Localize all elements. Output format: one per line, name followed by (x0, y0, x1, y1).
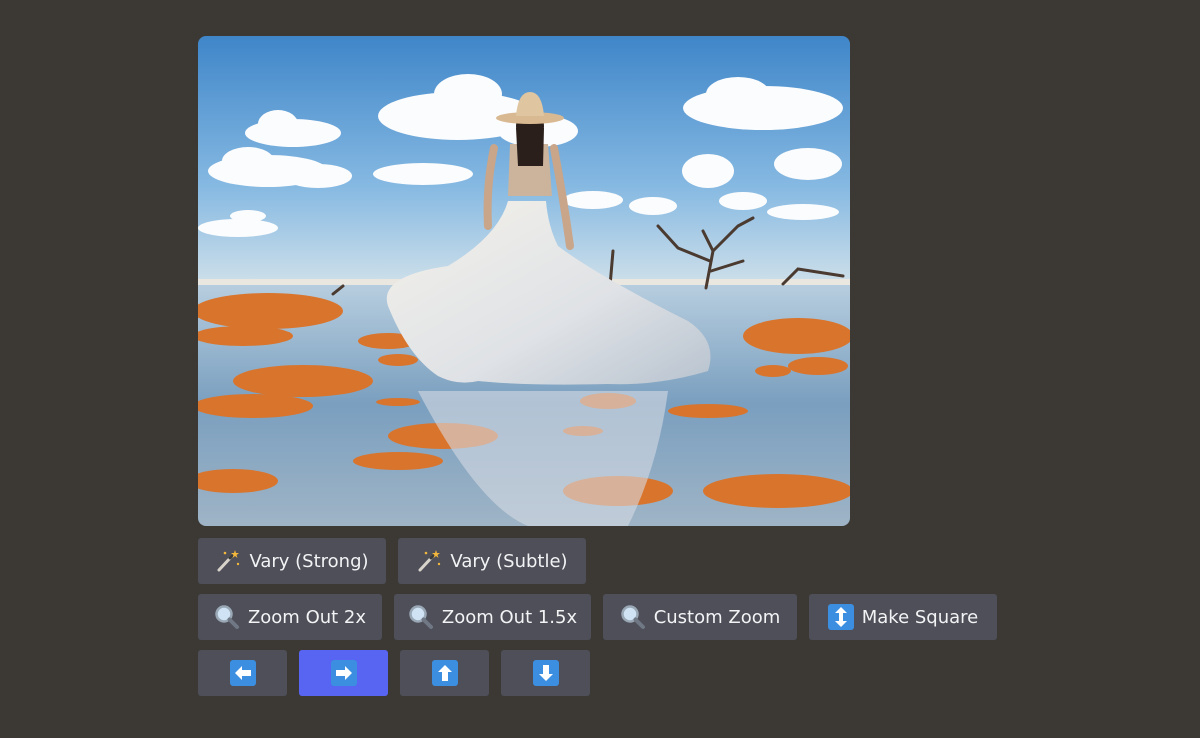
vary-strong-label: Vary (Strong) (249, 550, 369, 572)
arrow-down-icon (532, 660, 559, 686)
pan-buttons-row (0, 650, 1200, 696)
arrow-left-icon (229, 660, 256, 686)
vary-subtle-label: Vary (Subtle) (450, 550, 568, 572)
zoom-buttons-row: Zoom Out 2x Zoom Out 1.5x Custom Zoom Ma… (0, 594, 1200, 640)
pan-right-button[interactable] (299, 650, 388, 696)
zoom-out-2x-button[interactable]: Zoom Out 2x (198, 594, 382, 640)
zoom-out-2x-label: Zoom Out 2x (247, 606, 367, 628)
magnifier-icon (214, 604, 240, 630)
generated-image[interactable] (198, 36, 850, 526)
pan-left-button[interactable] (198, 650, 287, 696)
custom-zoom-button[interactable]: Custom Zoom (603, 594, 797, 640)
zoom-out-1-5x-button[interactable]: Zoom Out 1.5x (394, 594, 591, 640)
pan-up-button[interactable] (400, 650, 489, 696)
magic-wand-icon (215, 549, 241, 573)
variation-buttons-row: Vary (Strong) Vary (Subtle) (0, 538, 1200, 584)
up-down-arrow-icon (827, 604, 854, 630)
zoom-out-1-5x-label: Zoom Out 1.5x (441, 606, 578, 628)
magic-wand-icon (416, 549, 442, 573)
arrow-right-icon (330, 660, 357, 686)
magnifier-icon (408, 604, 434, 630)
pan-down-button[interactable] (501, 650, 590, 696)
custom-zoom-label: Custom Zoom (653, 606, 781, 628)
vary-strong-button[interactable]: Vary (Strong) (198, 538, 386, 584)
vary-subtle-button[interactable]: Vary (Subtle) (398, 538, 586, 584)
generated-image-graphic (198, 36, 850, 526)
make-square-label: Make Square (861, 606, 979, 628)
magnifier-icon (620, 604, 646, 630)
make-square-button[interactable]: Make Square (809, 594, 997, 640)
arrow-up-icon (431, 660, 458, 686)
